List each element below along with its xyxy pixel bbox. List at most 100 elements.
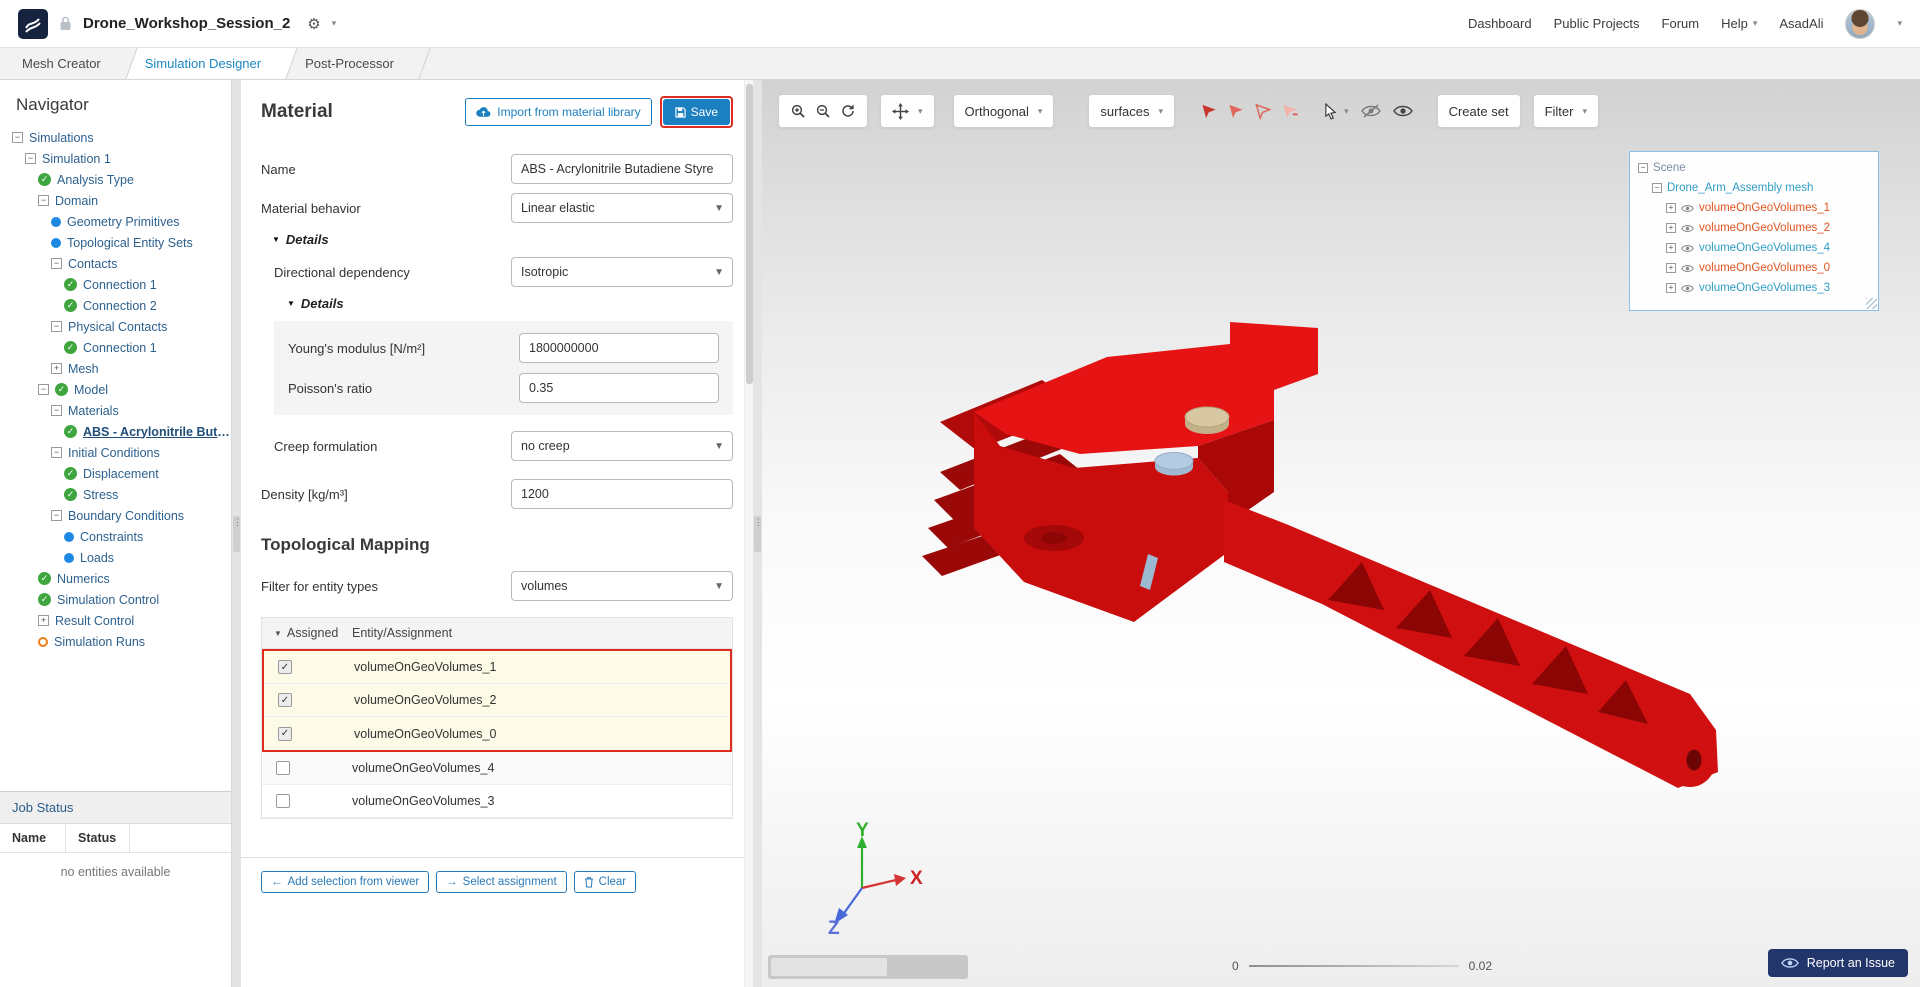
expander-minus-icon[interactable]: − [1652, 183, 1662, 193]
add-selection-from-viewer-button[interactable]: ← Add selection from viewer [261, 871, 430, 893]
youngs-modulus-input[interactable] [519, 333, 719, 363]
scene-mesh-row[interactable]: − Drone_Arm_Assembly mesh [1638, 178, 1870, 198]
project-settings-gear-icon[interactable]: ⚙ [307, 15, 320, 33]
tree-item-numerics[interactable]: ✓ Numerics [0, 568, 231, 589]
expander-minus-icon[interactable]: − [51, 258, 62, 269]
tree-item-model[interactable]: − ✓ Model [0, 379, 231, 400]
details-section-toggle[interactable]: ▼ Details [272, 232, 733, 247]
table-row[interactable]: volumeOnGeoVolumes_4 [262, 752, 732, 785]
help-menu[interactable]: Help ▾ [1721, 16, 1757, 31]
app-logo-icon[interactable] [18, 8, 48, 39]
expander-plus-icon[interactable]: + [1666, 203, 1676, 213]
create-set-button[interactable]: Create set [1436, 94, 1521, 128]
expander-plus-icon[interactable]: + [38, 615, 49, 626]
pick-face-icon[interactable] [1226, 103, 1246, 120]
expander-minus-icon[interactable]: − [12, 132, 23, 143]
pick-vertex-icon[interactable] [1280, 103, 1300, 120]
expander-plus-icon[interactable]: + [1666, 263, 1676, 273]
density-input[interactable] [511, 479, 733, 509]
show-entities-icon[interactable] [1392, 104, 1413, 118]
expander-minus-icon[interactable]: − [51, 405, 62, 416]
eye-icon[interactable] [1681, 264, 1694, 273]
tree-item-loads[interactable]: Loads [0, 547, 231, 568]
scrollbar-thumb[interactable] [746, 84, 753, 384]
chevron-down-icon[interactable]: ▾ [1897, 18, 1902, 29]
pick-volume-icon[interactable] [1199, 103, 1219, 120]
tree-item-simulation-control[interactable]: ✓ Simulation Control [0, 589, 231, 610]
tree-item-simulations[interactable]: − Simulations [0, 127, 231, 148]
inner-details-section-toggle[interactable]: ▼ Details [287, 296, 733, 311]
viewer-canvas[interactable]: ▾ Orthogonal ▾ surfaces ▾ ▾ Create set F… [762, 80, 1920, 987]
panel-scrollbar[interactable] [744, 80, 753, 987]
tree-item-geometry-primitives[interactable]: Geometry Primitives [0, 211, 231, 232]
scene-item-volumeongeovolumes-4[interactable]: + volumeOnGeoVolumes_4 [1638, 238, 1870, 258]
row-checkbox[interactable] [278, 660, 292, 674]
tree-item-constraints[interactable]: Constraints [0, 526, 231, 547]
chevron-down-icon[interactable]: ▾ [332, 18, 337, 29]
tree-item-initial-conditions[interactable]: − Initial Conditions [0, 442, 231, 463]
save-button[interactable]: Save [662, 99, 730, 125]
pan-tool-button[interactable]: ▾ [880, 94, 935, 128]
tree-item-abs-acrylonitrile-buta[interactable]: ✓ ABS - Acrylonitrile Buta... [0, 421, 231, 442]
scene-item-volumeongeovolumes-3[interactable]: + volumeOnGeoVolumes_3 [1638, 278, 1870, 298]
tree-item-simulation-1[interactable]: − Simulation 1 [0, 148, 231, 169]
splitter-grip-icon[interactable]: ⋮ [233, 515, 240, 552]
row-checkbox[interactable] [278, 726, 292, 741]
reset-view-icon[interactable] [840, 103, 856, 119]
tree-item-contacts[interactable]: − Contacts [0, 253, 231, 274]
hide-entities-icon[interactable] [1360, 104, 1381, 118]
cursor-tool-button[interactable]: ▾ [1324, 102, 1349, 120]
tree-item-materials[interactable]: − Materials [0, 400, 231, 421]
tab-mesh-creator[interactable]: Mesh Creator [2, 48, 125, 79]
assigned-column-header[interactable]: ▼ Assigned [262, 618, 340, 648]
creep-formulation-select[interactable]: no creep ▼ [511, 431, 733, 461]
table-row[interactable]: volumeOnGeoVolumes_0 [264, 717, 730, 750]
pick-edge-icon[interactable] [1253, 103, 1273, 120]
expander-minus-icon[interactable]: − [38, 195, 49, 206]
tree-item-result-control[interactable]: + Result Control [0, 610, 231, 631]
entity-type-filter-select[interactable]: volumes ▼ [511, 571, 733, 601]
tree-item-connection-1[interactable]: ✓ Connection 1 [0, 337, 231, 358]
eye-icon[interactable] [1681, 244, 1694, 253]
filter-button[interactable]: Filter ▾ [1532, 94, 1599, 128]
import-material-library-button[interactable]: Import from material library [465, 98, 652, 126]
poisson-ratio-input[interactable] [519, 373, 719, 403]
nav-link-public-projects[interactable]: Public Projects [1554, 16, 1640, 31]
tree-item-displacement[interactable]: ✓ Displacement [0, 463, 231, 484]
scene-item-volumeongeovolumes-2[interactable]: + volumeOnGeoVolumes_2 [1638, 218, 1870, 238]
splitter-grip-icon[interactable]: ⋮ [754, 515, 761, 552]
scene-item-volumeongeovolumes-0[interactable]: + volumeOnGeoVolumes_0 [1638, 258, 1870, 278]
select-assignment-button[interactable]: → Select assignment [436, 871, 567, 893]
clear-button[interactable]: Clear [573, 871, 637, 893]
splitter-right[interactable]: ⋮ [753, 80, 762, 987]
render-mode-select[interactable]: surfaces ▾ [1088, 94, 1176, 128]
axis-gizmo[interactable]: Y X Z [826, 820, 926, 939]
row-checkbox[interactable] [276, 761, 290, 775]
tree-item-analysis-type[interactable]: ✓ Analysis Type [0, 169, 231, 190]
scene-root-row[interactable]: − Scene [1638, 158, 1870, 178]
table-row[interactable]: volumeOnGeoVolumes_3 [262, 785, 732, 818]
eye-icon[interactable] [1681, 204, 1694, 213]
splitter-left[interactable]: ⋮ [232, 80, 241, 987]
tree-item-boundary-conditions[interactable]: − Boundary Conditions [0, 505, 231, 526]
tree-item-topological-entity-sets[interactable]: Topological Entity Sets [0, 232, 231, 253]
tree-item-domain[interactable]: − Domain [0, 190, 231, 211]
expander-minus-icon[interactable]: − [51, 510, 62, 521]
expander-plus-icon[interactable]: + [1666, 223, 1676, 233]
scene-item-volumeongeovolumes-1[interactable]: + volumeOnGeoVolumes_1 [1638, 198, 1870, 218]
directional-dependency-select[interactable]: Isotropic ▼ [511, 257, 733, 287]
expander-plus-icon[interactable]: + [1666, 243, 1676, 253]
material-behavior-select[interactable]: Linear elastic ▼ [511, 193, 733, 223]
nav-link-dashboard[interactable]: Dashboard [1468, 16, 1532, 31]
expander-minus-icon[interactable]: − [38, 384, 49, 395]
zoom-out-button[interactable] [815, 103, 831, 119]
legend-widget[interactable] [768, 955, 968, 979]
report-issue-button[interactable]: Report an Issue [1767, 949, 1908, 977]
expander-minus-icon[interactable]: − [1638, 163, 1648, 173]
user-name[interactable]: AsadAli [1779, 16, 1823, 31]
expander-minus-icon[interactable]: − [51, 321, 62, 332]
tree-item-mesh[interactable]: + Mesh [0, 358, 231, 379]
row-checkbox[interactable] [278, 693, 292, 707]
table-row[interactable]: volumeOnGeoVolumes_2 [264, 684, 730, 717]
row-checkbox[interactable] [276, 794, 290, 808]
